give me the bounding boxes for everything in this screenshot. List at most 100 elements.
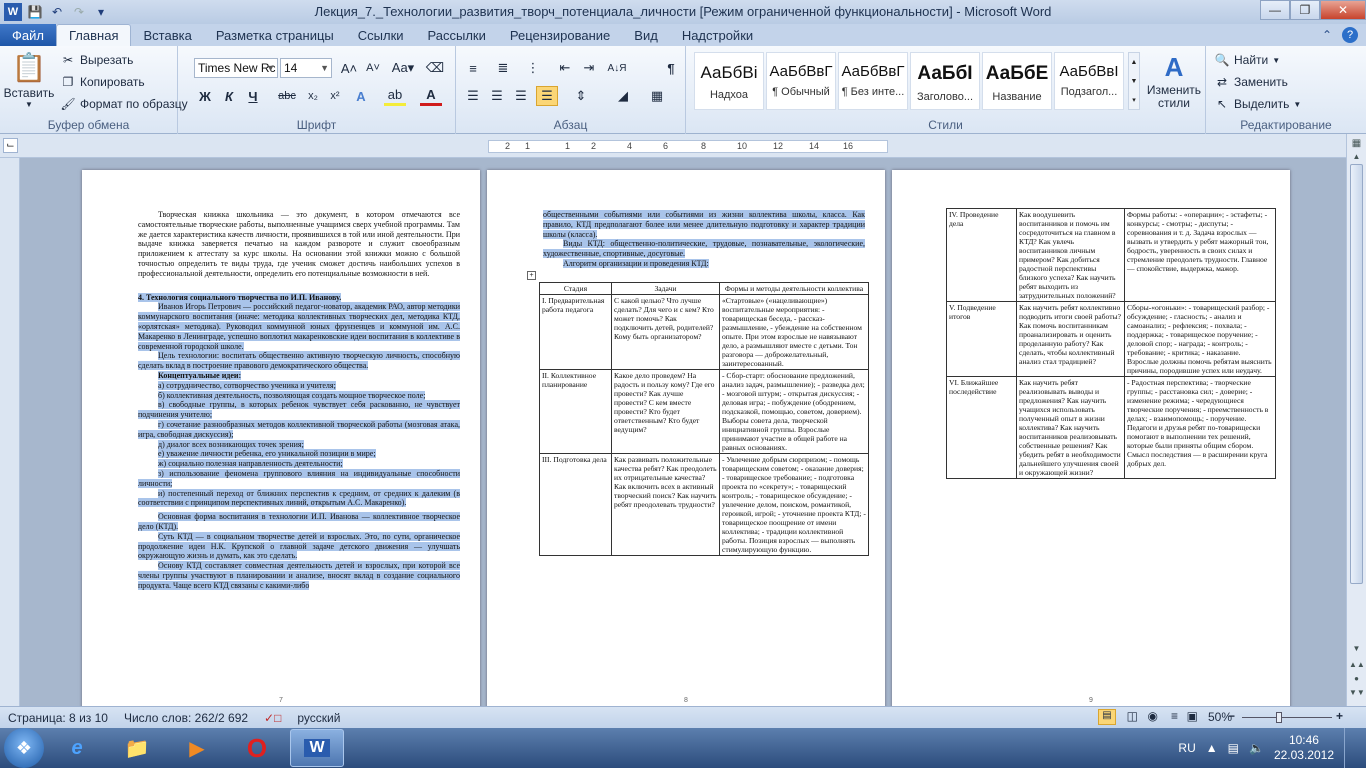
- redo-icon[interactable]: ↷: [70, 3, 88, 21]
- restore-button[interactable]: ❐: [1290, 0, 1320, 20]
- line-spacing-icon[interactable]: ⇕: [570, 86, 592, 106]
- tab-home[interactable]: Главная: [56, 24, 132, 46]
- shrink-font-icon[interactable]: A˅: [362, 58, 384, 78]
- tab-view[interactable]: Вид: [622, 24, 670, 46]
- style-nadkhoa[interactable]: АаБбВі Надхоа: [694, 52, 764, 110]
- tab-file[interactable]: Файл: [0, 24, 56, 46]
- style-no-spacing[interactable]: АаБбВвГ ¶ Без инте...: [838, 52, 908, 110]
- superscript-icon[interactable]: x²: [324, 86, 346, 106]
- highlight-icon[interactable]: ab: [384, 86, 406, 106]
- tab-addins[interactable]: Надстройки: [670, 24, 765, 46]
- minimize-ribbon-icon[interactable]: ⌃: [1322, 28, 1332, 42]
- taskbar-media-player[interactable]: ▶: [170, 729, 224, 767]
- word-count[interactable]: Число слов: 262/2 692: [116, 711, 256, 725]
- document-area[interactable]: Творческая книжка школьника — это докуме…: [20, 158, 1346, 706]
- vertical-ruler[interactable]: [0, 158, 20, 706]
- minimize-button[interactable]: —: [1260, 0, 1290, 20]
- proofing-icon[interactable]: ✓□: [256, 711, 289, 725]
- taskbar-opera[interactable]: O: [230, 729, 284, 767]
- word-app-icon[interactable]: W: [4, 3, 22, 21]
- view-web-icon[interactable]: ◉: [1148, 709, 1158, 723]
- styles-scroll[interactable]: ▲ ▼ ▾: [1128, 52, 1140, 110]
- sort-icon[interactable]: А↓Я: [606, 58, 628, 78]
- zoom-thumb[interactable]: [1276, 712, 1282, 723]
- taskbar-word[interactable]: W: [290, 729, 344, 767]
- select-button[interactable]: ↖ Выделить ▼: [1214, 96, 1301, 112]
- save-icon[interactable]: 💾: [26, 3, 44, 21]
- align-right-icon[interactable]: ☰: [510, 86, 532, 106]
- align-center-icon[interactable]: ☰: [486, 86, 508, 106]
- italic-icon[interactable]: К: [218, 86, 240, 106]
- taskbar-explorer[interactable]: 📁: [110, 729, 164, 767]
- copy-button[interactable]: ❐ Копировать: [60, 74, 145, 90]
- browse-object-icon[interactable]: ●: [1349, 674, 1364, 688]
- increase-indent-icon[interactable]: ⇥: [578, 58, 600, 78]
- paste-button[interactable]: 📋 Вставить ▼: [4, 50, 55, 109]
- scroll-thumb[interactable]: [1350, 164, 1363, 584]
- text-effects-icon[interactable]: A: [350, 86, 372, 106]
- tab-page-layout[interactable]: Разметка страницы: [204, 24, 346, 46]
- table-move-handle[interactable]: +: [527, 271, 536, 280]
- tab-review[interactable]: Рецензирование: [498, 24, 622, 46]
- subscript-icon[interactable]: x₂: [302, 86, 324, 106]
- page-9[interactable]: IV. Проведение дела Как воодушевить восп…: [892, 170, 1290, 706]
- show-marks-icon[interactable]: ¶: [660, 58, 682, 78]
- show-hidden-icons-icon[interactable]: ▲: [1206, 741, 1218, 755]
- format-painter-button[interactable]: 🖌 Формат по образцу: [60, 96, 187, 112]
- ktd-table[interactable]: Стадия Задачи Формы и методы деятельност…: [539, 282, 869, 556]
- tab-insert[interactable]: Вставка: [131, 24, 203, 46]
- previous-page-icon[interactable]: ▲▲: [1349, 660, 1365, 674]
- clear-formatting-icon[interactable]: ⌫: [424, 58, 446, 78]
- zoom-out-icon[interactable]: −: [1228, 709, 1235, 723]
- zoom-slider[interactable]: − +: [1228, 709, 1348, 724]
- bullets-icon[interactable]: ≡: [462, 58, 484, 78]
- view-draft-icon[interactable]: ▣: [1187, 709, 1198, 723]
- input-language[interactable]: RU: [1178, 741, 1195, 755]
- start-button[interactable]: ❖: [4, 728, 44, 768]
- page-8[interactable]: общественными событиями или событиями из…: [487, 170, 885, 706]
- underline-icon[interactable]: Ч: [242, 86, 264, 106]
- clock[interactable]: 10:46 22.03.2012: [1274, 733, 1334, 763]
- vertical-scrollbar[interactable]: ▦ ▲ ▼ ▲▲ ● ▼▼: [1346, 134, 1366, 706]
- tab-mailings[interactable]: Рассылки: [416, 24, 498, 46]
- borders-icon[interactable]: ▦: [646, 86, 668, 106]
- customize-qat-icon[interactable]: ▾: [92, 3, 110, 21]
- help-icon[interactable]: ?: [1342, 27, 1358, 43]
- close-button[interactable]: ✕: [1320, 0, 1366, 20]
- ktd-table-continued[interactable]: IV. Проведение дела Как воодушевить восп…: [946, 208, 1276, 479]
- show-desktop-button[interactable]: [1344, 728, 1356, 768]
- next-page-icon[interactable]: ▼▼: [1349, 688, 1365, 702]
- zoom-in-icon[interactable]: +: [1336, 709, 1343, 723]
- undo-icon[interactable]: ↶: [48, 3, 66, 21]
- numbering-icon[interactable]: ≣: [492, 58, 514, 78]
- taskbar-ie[interactable]: e: [50, 729, 104, 767]
- change-styles-button[interactable]: A Изменить стили: [1144, 50, 1204, 110]
- tab-selector[interactable]: ⌙: [3, 138, 18, 153]
- font-color-icon[interactable]: A: [420, 86, 442, 106]
- bold-icon[interactable]: Ж: [194, 86, 216, 106]
- style-heading[interactable]: АаБбІ Заголово...: [910, 52, 980, 110]
- view-reading-icon[interactable]: ◫: [1127, 709, 1138, 723]
- page-7[interactable]: Творческая книжка школьника — это докуме…: [82, 170, 480, 706]
- tab-references[interactable]: Ссылки: [346, 24, 416, 46]
- language-indicator[interactable]: русский: [289, 711, 348, 725]
- shading-icon[interactable]: ◢: [612, 86, 634, 106]
- cut-button[interactable]: ✂ Вырезать: [60, 52, 133, 68]
- strikethrough-icon[interactable]: abc: [276, 86, 298, 106]
- page-indicator[interactable]: Страница: 8 из 10: [0, 711, 116, 725]
- ruler-toggle-icon[interactable]: ▦: [1349, 138, 1364, 152]
- justify-icon[interactable]: ☰: [536, 86, 558, 106]
- network-icon[interactable]: ▤: [1228, 741, 1239, 755]
- volume-icon[interactable]: 🔈: [1249, 741, 1264, 755]
- decrease-indent-icon[interactable]: ⇤: [554, 58, 576, 78]
- font-size-combo[interactable]: 14 ▼: [280, 58, 332, 78]
- replace-button[interactable]: ⇄ Заменить: [1214, 74, 1288, 90]
- change-case-icon[interactable]: Aa▾: [392, 58, 414, 78]
- style-subtitle[interactable]: АаБбВвІ Подзагол...: [1054, 52, 1124, 110]
- view-print-layout-icon[interactable]: ▤: [1098, 709, 1116, 725]
- style-title[interactable]: АаБбЕ Название: [982, 52, 1052, 110]
- grow-font-icon[interactable]: A˄: [338, 58, 360, 78]
- horizontal-ruler[interactable]: 2 1 1 2 4 6 8 10 12 14 16: [488, 140, 888, 153]
- view-outline-icon[interactable]: ≡: [1171, 709, 1178, 723]
- style-normal[interactable]: АаБбВвГ ¶ Обычный: [766, 52, 836, 110]
